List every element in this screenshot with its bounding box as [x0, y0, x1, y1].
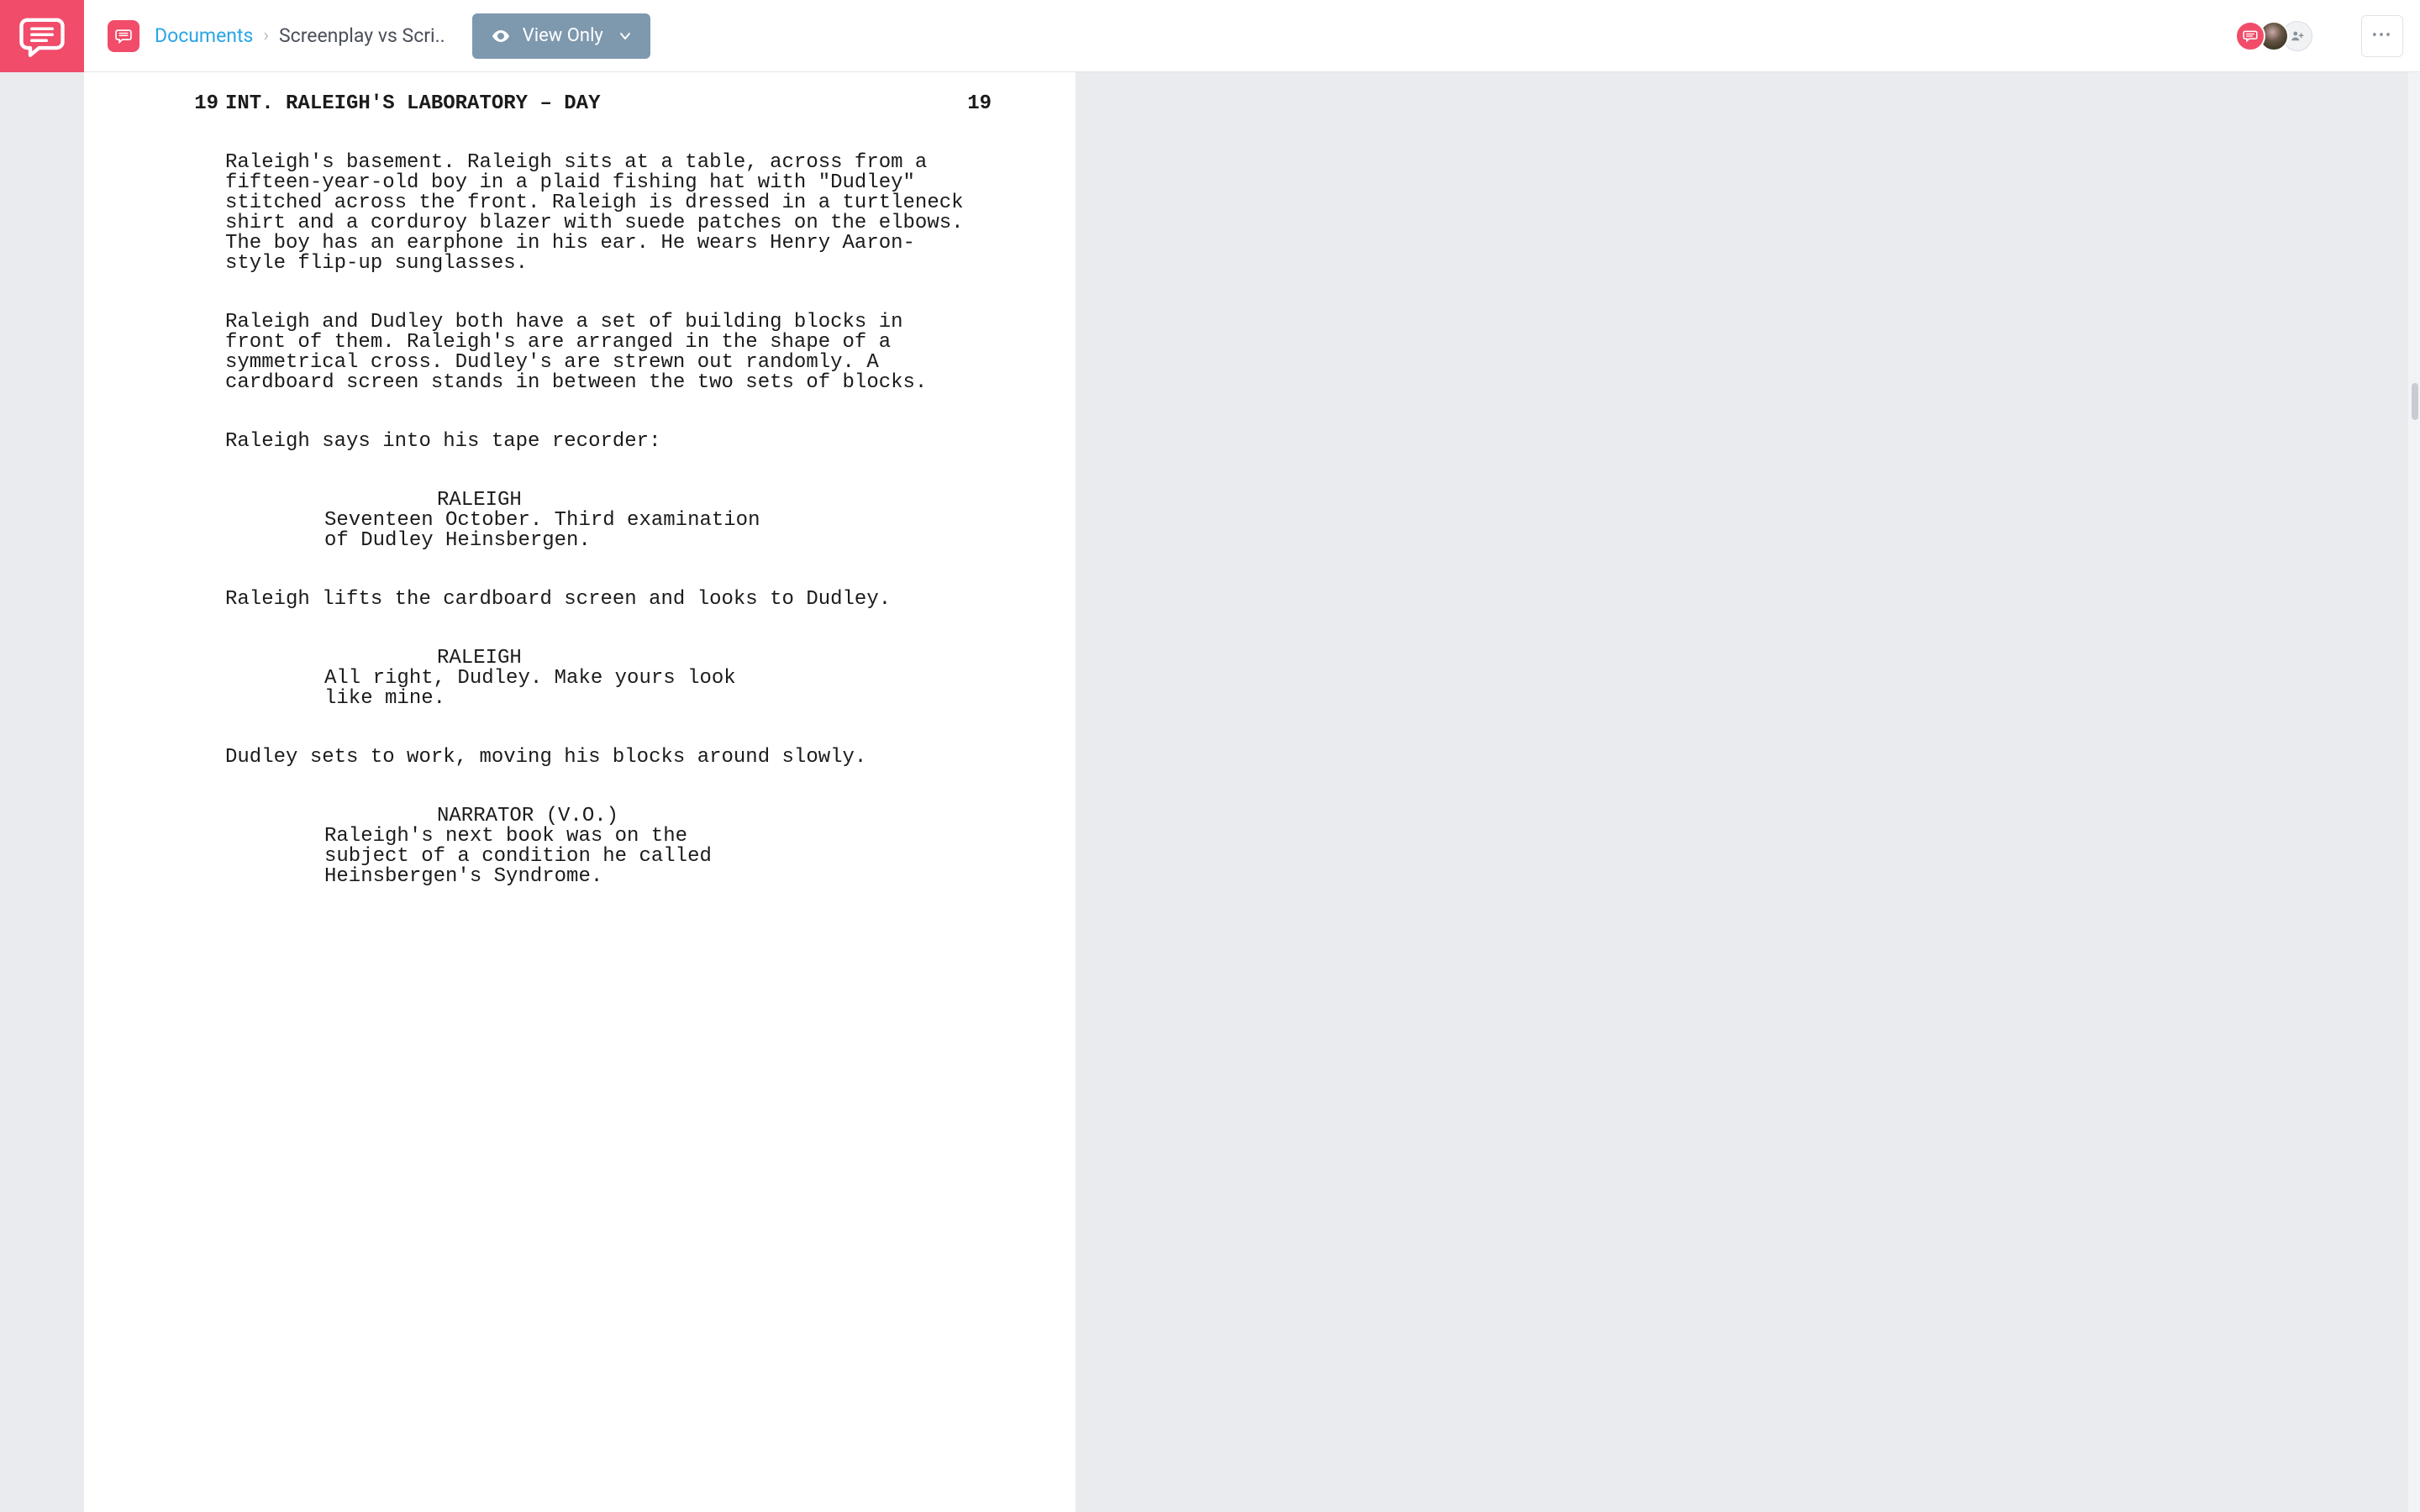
breadcrumb-current: Screenplay vs Scri.. [279, 24, 445, 47]
kebab-icon: ••• [2372, 27, 2392, 45]
document-viewport[interactable]: 19 INT. RALEIGH'S LABORATORY – DAY 19 Ra… [84, 72, 2420, 1512]
scene-heading: INT. RALEIGH'S LABORATORY – DAY [218, 94, 941, 114]
dialogue-block: Seventeen October. Third examination of … [324, 511, 781, 551]
presence-avatars [2235, 21, 2312, 51]
user-plus-icon [2290, 29, 2305, 44]
more-menu-button[interactable]: ••• [2361, 15, 2403, 57]
screenplay-page: 19 INT. RALEIGH'S LABORATORY – DAY 19 Ra… [84, 72, 1076, 1512]
chat-bubble-icon [114, 27, 133, 45]
eye-icon [491, 26, 511, 46]
scene-heading-row: 19 INT. RALEIGH'S LABORATORY – DAY 19 [168, 94, 992, 114]
app-logo[interactable] [0, 0, 84, 72]
action-paragraph: Raleigh's basement. Raleigh sits at a ta… [225, 153, 966, 274]
breadcrumb-root-link[interactable]: Documents [155, 24, 253, 47]
character-cue: NARRATOR (V.O.) [437, 806, 992, 827]
chevron-right-icon: › [263, 25, 269, 46]
presence-comment-badge[interactable] [2235, 21, 2265, 51]
breadcrumb: Documents › Screenplay vs Scri.. [155, 24, 445, 47]
chat-bubble-icon [18, 13, 66, 60]
character-cue: RALEIGH [437, 491, 992, 511]
dialogue-block: Raleigh's next book was on the subject o… [324, 827, 781, 887]
dialogue-block: All right, Dudley. Make yours look like … [324, 669, 781, 709]
scene-number-left: 19 [168, 94, 218, 114]
breadcrumb-icon[interactable] [108, 20, 139, 52]
action-paragraph: Dudley sets to work, moving his blocks a… [225, 748, 966, 768]
chevron-down-icon [618, 29, 632, 43]
character-cue: RALEIGH [437, 648, 992, 669]
scrollbar-track[interactable] [2408, 72, 2420, 1512]
action-paragraph: Raleigh says into his tape recorder: [225, 432, 966, 452]
view-mode-button[interactable]: View Only [472, 13, 650, 59]
action-paragraph: Raleigh and Dudley both have a set of bu… [225, 312, 966, 393]
action-paragraph: Raleigh lifts the cardboard screen and l… [225, 590, 966, 610]
scene-number-right: 19 [941, 94, 992, 114]
chat-bubble-icon [2242, 28, 2259, 45]
top-bar: Documents › Screenplay vs Scri.. View On… [84, 0, 2420, 72]
view-mode-label: View Only [523, 25, 603, 46]
